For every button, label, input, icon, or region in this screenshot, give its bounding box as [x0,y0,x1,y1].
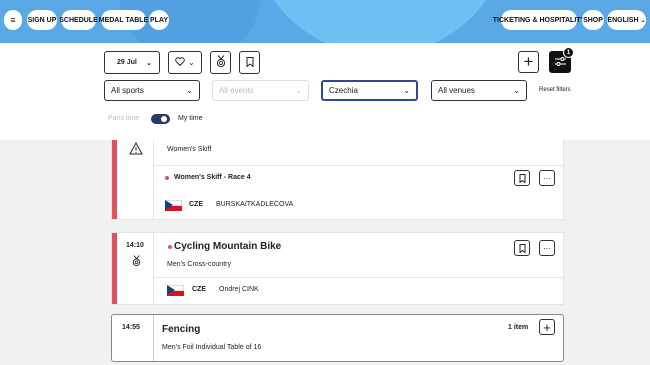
czech-flag-icon [165,200,182,211]
heart-icon [175,57,185,68]
medal-events-filter-button[interactable] [210,51,231,74]
chevron-down-icon: ⌄ [513,86,520,95]
top-navigation-bar: ≡ SIGN UP SCHEDULE MEDAL TABLE PLAY TICK… [0,0,650,43]
ellipsis-icon: ··· [543,243,551,253]
bookmark-button[interactable] [514,170,530,186]
header-decoration [250,0,510,43]
sports-dropdown-value: All sports [111,86,144,95]
favourites-filter-button[interactable]: ⌄ [168,51,202,74]
bookmark-button[interactable] [514,240,530,256]
language-selector[interactable]: ENGLISH ⌄ [607,10,646,30]
expand-button[interactable]: + [539,319,555,335]
divider [153,315,154,361]
live-indicator-bar [112,140,117,219]
session-time: 14:55 [122,324,140,331]
medal-table-button[interactable]: MEDAL TABLE [99,10,148,30]
sliders-icon [554,56,566,68]
warning-icon [129,141,143,160]
ellipsis-icon: ··· [543,173,551,183]
sports-dropdown[interactable]: All sports ⌄ [104,80,200,101]
chevron-down-icon: ⌄ [186,86,193,95]
divider [153,233,154,304]
chevron-down-icon: ⌄ [295,86,302,95]
add-icon[interactable]: + [518,51,539,73]
event-title: Cycling Mountain Bike [174,241,282,252]
events-dropdown-placeholder: All events [219,86,254,95]
live-dot [168,245,172,249]
plus-icon: + [543,319,551,335]
toggle-knob [161,116,167,122]
chevron-down-icon: ⌄ [188,58,195,67]
country-dropdown[interactable]: Czechia ⌄ [321,80,418,101]
session-card: 14:10 Cycling Mountain Bike Men's Cross-… [111,232,564,305]
sign-up-button[interactable]: SIGN UP [27,10,57,30]
more-options-button[interactable]: ··· [539,240,555,256]
athlete-names: Ondrej CINK [219,286,259,293]
reset-filters-link[interactable]: Reset filters [539,87,571,93]
schedule-button[interactable]: SCHEDULE [59,10,98,30]
date-selector[interactable]: 29 Jul ⌄ [104,51,160,74]
session-card: Women's Skiff Women's Skiff - Race 4 ···… [111,140,564,220]
chevron-down-icon: ⌄ [640,17,646,24]
country-code: CZE [192,286,206,293]
filter-panel: 29 Jul ⌄ ⌄ + 1 All sports ⌄ All events ⌄… [0,43,650,140]
events-dropdown[interactable]: All events ⌄ [212,80,309,101]
bookmarks-filter-button[interactable] [239,51,260,74]
athlete-names: BURSKA/TKADLECOVA [216,201,294,208]
venues-dropdown-value: All venues [438,86,475,95]
live-dot [165,176,169,180]
live-indicator-bar [112,233,117,304]
divider [154,277,563,278]
item-count: 1 item [508,324,529,331]
play-button[interactable]: PLAY [149,10,169,30]
czech-flag-icon [167,285,184,296]
event-subtitle: Men's Cross-country [167,261,231,268]
bookmark-icon [246,56,254,69]
divider [154,165,563,166]
chevron-down-icon: ⌄ [146,59,152,67]
event-title: Fencing [162,324,201,335]
timezone-toggle[interactable] [151,114,170,124]
my-time-label: My time [178,115,203,122]
date-value: 29 Jul [117,59,137,66]
event-subtitle: Men's Foil Individual Table of 16 [162,344,262,351]
ticketing-hospitality-button[interactable]: TICKETING & HOSPITALITY [493,10,585,30]
menu-icon[interactable]: ≡ [4,10,22,30]
paris-time-label: Paris time [108,115,140,122]
country-code: CZE [189,201,203,208]
country-dropdown-value: Czechia [329,86,358,95]
more-options-button[interactable]: ··· [539,170,555,186]
session-card[interactable]: 14:55 Fencing Men's Foil Individual Tabl… [111,314,564,362]
divider [153,140,154,219]
shop-button[interactable]: SHOP [582,10,604,30]
medal-icon [216,55,226,70]
chevron-down-icon: ⌄ [403,86,410,95]
session-time: 14:10 [126,242,144,249]
unit-title: Women's Skiff - Race 4 [174,174,251,181]
event-title: Women's Skiff [167,146,212,153]
active-filters-badge: 1 [563,47,574,58]
medal-icon [132,254,141,272]
language-label: ENGLISH [607,16,639,24]
venues-dropdown[interactable]: All venues ⌄ [431,80,527,101]
